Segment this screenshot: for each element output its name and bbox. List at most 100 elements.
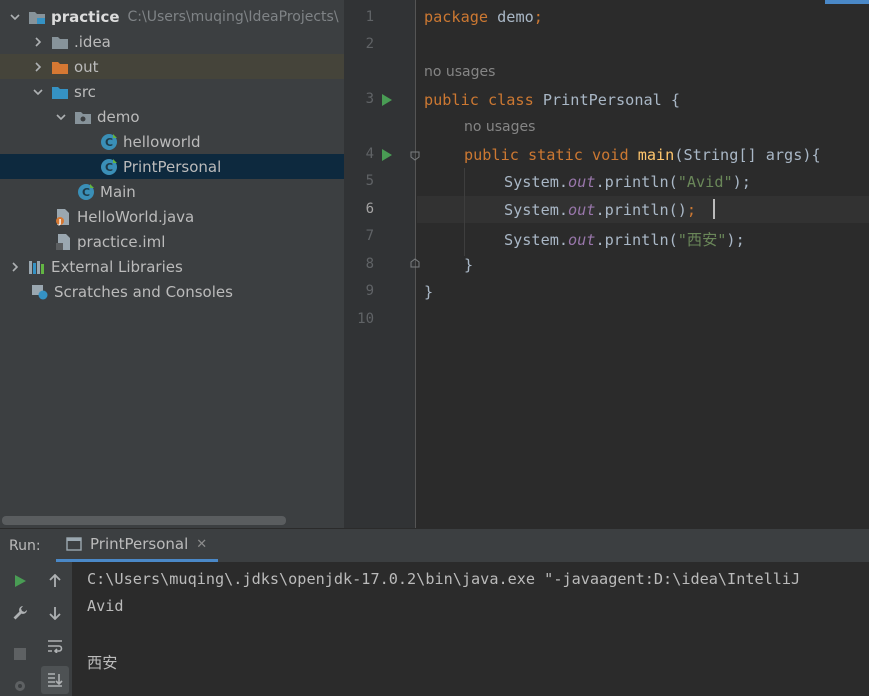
run-tab-label: PrintPersonal <box>90 535 189 553</box>
chevron-right-icon[interactable] <box>31 35 45 49</box>
tree-item-printpersonal[interactable]: C PrintPersonal <box>0 154 344 179</box>
line-number: 5 <box>365 173 374 189</box>
line-number: 1 <box>365 9 374 25</box>
scroll-up-button[interactable] <box>41 567 69 595</box>
line-number: 10 <box>357 311 374 327</box>
chevron-down-icon[interactable] <box>54 110 68 124</box>
stop-icon <box>14 648 26 660</box>
chevron-right-icon[interactable] <box>8 260 22 274</box>
line-number: 4 <box>365 146 374 162</box>
console-line-command: C:\Users\muqing\.jdks\openjdk-17.0.2\bin… <box>87 570 801 588</box>
tree-item-scratches-and-consoles[interactable]: Scratches and Consoles <box>0 279 344 304</box>
line-number: 9 <box>365 283 374 299</box>
code-line-5: System.out.println("Avid"); <box>504 173 751 191</box>
play-icon <box>15 575 26 587</box>
tree-item-label: HelloWorld.java <box>77 207 195 226</box>
text-caret <box>713 199 715 219</box>
console-line: 西安 <box>87 654 118 672</box>
java-file-icon: J <box>54 208 72 226</box>
excluded-folder-icon <box>51 59 69 75</box>
indent-guide <box>464 168 465 256</box>
tree-item-label: out <box>74 57 99 76</box>
folder-icon <box>51 34 69 50</box>
tree-root-practice[interactable]: practice C:\Users\muqing\IdeaProjects\ <box>0 4 344 29</box>
tree-item-label: helloworld <box>123 132 201 151</box>
tree-item-external-libraries[interactable]: External Libraries <box>0 254 344 279</box>
line-number: 2 <box>365 36 374 52</box>
tree-item-out[interactable]: out <box>0 54 344 79</box>
wrench-icon <box>13 606 27 620</box>
tree-item-helloworld[interactable]: C helloworld <box>0 129 344 154</box>
restore-layout-button[interactable] <box>6 672 34 696</box>
run-gutter-icon[interactable] <box>381 149 393 161</box>
module-folder-icon <box>28 9 46 25</box>
run-gutter-icon[interactable] <box>381 94 393 106</box>
code-line-4: public static void main(String[] args){ <box>464 146 821 164</box>
scratches-icon <box>31 284 49 300</box>
java-class-icon: C <box>100 133 118 150</box>
code-line-9: } <box>424 283 434 301</box>
stop-button[interactable] <box>6 640 34 668</box>
code-line-7: System.out.println("西安"); <box>504 231 745 249</box>
tree-item-label: PrintPersonal <box>123 157 222 176</box>
tree-item-label: .idea <box>74 32 111 51</box>
soft-wrap-button[interactable] <box>41 632 69 660</box>
line-number: 8 <box>365 256 374 272</box>
tree-item-label: demo <box>97 107 140 126</box>
run-tab-printpersonal[interactable]: PrintPersonal ✕ <box>56 529 218 563</box>
usages-hint[interactable]: no usages <box>464 119 535 135</box>
vertical-scrollbar-thumb[interactable] <box>825 0 869 4</box>
soft-wrap-icon <box>48 640 63 653</box>
tree-item-label: Main <box>100 182 136 201</box>
run-label: Run: <box>9 538 41 554</box>
horizontal-scrollbar[interactable] <box>2 516 286 525</box>
fold-marker-icon[interactable] <box>410 151 420 161</box>
console-output[interactable]: C:\Users\muqing\.jdks\openjdk-17.0.2\bin… <box>72 562 869 696</box>
tree-item-demo[interactable]: demo <box>0 104 344 129</box>
run-toolbar <box>0 562 72 696</box>
svg-text:C: C <box>105 136 113 149</box>
module-file-icon <box>54 233 72 250</box>
line-number: 6 <box>365 201 374 217</box>
svg-text:C: C <box>105 161 113 174</box>
tree-item-idea[interactable]: .idea <box>0 29 344 54</box>
tree-item-practice-iml[interactable]: practice.iml <box>0 229 344 254</box>
rerun-button[interactable] <box>6 567 34 595</box>
scroll-down-button[interactable] <box>41 599 69 627</box>
svg-text:J: J <box>58 218 62 226</box>
scroll-to-end-button[interactable] <box>41 666 69 694</box>
run-panel-header: Run: PrintPersonal ✕ <box>0 528 869 563</box>
svg-text:C: C <box>82 186 90 199</box>
code-line-8: } <box>464 256 474 274</box>
chevron-right-icon[interactable] <box>31 60 45 74</box>
arrow-down-icon <box>49 607 61 620</box>
fold-marker-icon[interactable] <box>410 258 420 268</box>
project-tool-window: practice C:\Users\muqing\IdeaProjects\ .… <box>0 0 344 528</box>
close-icon[interactable]: ✕ <box>196 537 207 552</box>
tree-item-label: src <box>74 82 96 101</box>
chevron-down-icon[interactable] <box>31 85 45 99</box>
tree-item-label: Scratches and Consoles <box>54 282 233 301</box>
tree-item-label: External Libraries <box>51 257 183 276</box>
code-editor[interactable]: 1 2 3 4 5 6 7 8 9 10 package demo; no us… <box>344 0 869 528</box>
scroll-to-end-icon <box>48 673 63 687</box>
code-line-6: System.out.println(); <box>504 201 697 219</box>
code-line-3: public class PrintPersonal { <box>424 91 681 109</box>
source-folder-icon <box>51 84 69 100</box>
chevron-down-icon[interactable] <box>8 10 22 24</box>
code-line-1: package demo; <box>424 8 543 26</box>
line-number: 3 <box>365 91 374 107</box>
tree-item-helloworld-java[interactable]: J HelloWorld.java <box>0 204 344 229</box>
library-icon <box>28 259 46 275</box>
arrow-up-icon <box>49 574 61 587</box>
tree-item-src[interactable]: src <box>0 79 344 104</box>
java-class-icon: C <box>100 158 118 175</box>
gear-icon <box>15 681 25 691</box>
tree-item-label: practice.iml <box>77 232 166 251</box>
settings-button[interactable] <box>6 599 34 627</box>
tree-root-label: practice <box>51 7 120 26</box>
tree-item-main[interactable]: C Main <box>0 179 344 204</box>
console-line: Avid <box>87 597 124 615</box>
line-number: 7 <box>365 228 374 244</box>
usages-hint[interactable]: no usages <box>424 64 495 80</box>
